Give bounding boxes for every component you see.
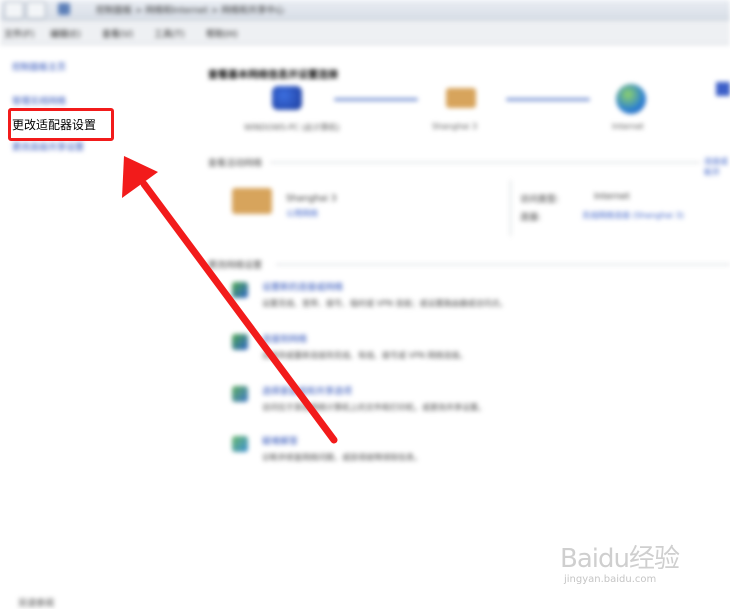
watermark-url: jingyan.baidu.com [564, 574, 657, 585]
watermark: Baidu经验 jingyan.baidu.com [560, 528, 690, 588]
watermark-logo: Baidu经验 [560, 544, 680, 574]
annotation-arrow [122, 156, 338, 444]
arrow-shaft [140, 180, 338, 444]
